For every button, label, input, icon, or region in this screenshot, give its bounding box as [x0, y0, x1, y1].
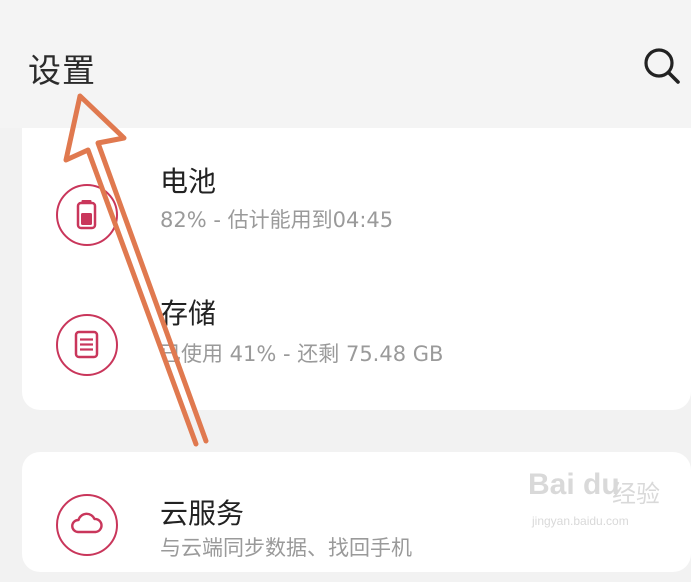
watermark-url: jingyan.baidu.com — [532, 514, 629, 528]
item-subtitle: 已使用 41% - 还剩 75.48 GB — [160, 342, 444, 366]
app-header: 设置 — [0, 0, 691, 128]
item-title: 存储 — [160, 297, 217, 330]
page-title: 设置 — [28, 51, 96, 90]
watermark-logo: Bai du — [528, 468, 620, 501]
item-subtitle: 与云端同步数据、找回手机 — [160, 536, 412, 560]
settings-item-storage[interactable]: 存储 已使用 41% - 还剩 75.48 GB — [22, 280, 691, 410]
search-icon — [644, 48, 680, 84]
item-subtitle: 82% - 估计能用到04:45 — [160, 208, 394, 232]
baidu-watermark: Bai du 经验 jingyan.baidu.com — [528, 468, 684, 538]
item-title: 云服务 — [160, 497, 245, 530]
battery-icon — [56, 184, 118, 246]
search-button[interactable] — [640, 44, 686, 90]
cloud-icon — [56, 494, 118, 556]
settings-item-battery[interactable]: 电池 82% - 估计能用到04:45 — [22, 146, 691, 276]
watermark-text: 经验 — [612, 480, 660, 508]
device-settings-card: 电池 82% - 估计能用到04:45 存储 已使用 41% - 还剩 75.4… — [22, 128, 691, 410]
storage-icon — [56, 314, 118, 376]
item-title: 电池 — [160, 165, 217, 198]
